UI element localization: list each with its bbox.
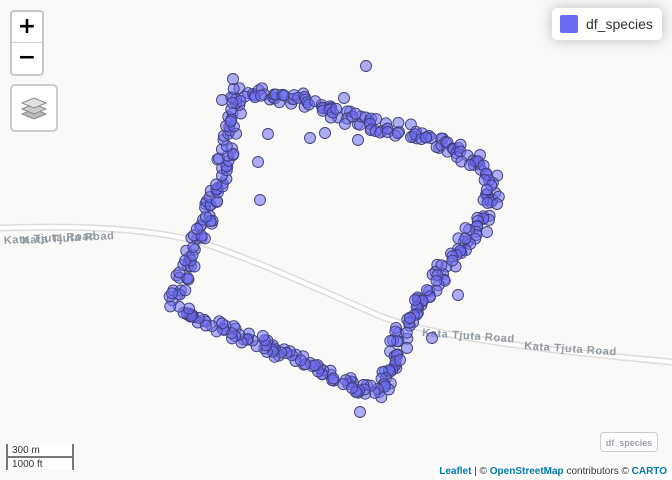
species-point-marker[interactable]: [480, 183, 493, 196]
map-canvas[interactable]: Kata Tjuta Road Kata Tjuta Road Kata Tju…: [0, 0, 672, 480]
zoom-control: + −: [10, 10, 44, 76]
species-point-marker[interactable]: [481, 226, 493, 238]
species-point-marker[interactable]: [338, 92, 350, 104]
zoom-in-button[interactable]: +: [12, 12, 42, 42]
species-point-marker[interactable]: [227, 82, 240, 95]
species-point-marker[interactable]: [179, 284, 192, 297]
species-point-marker[interactable]: [491, 198, 503, 210]
species-point-marker[interactable]: [354, 406, 366, 418]
species-point-marker[interactable]: [360, 60, 372, 72]
species-point-marker[interactable]: [420, 131, 432, 144]
species-point-marker[interactable]: [346, 382, 358, 394]
map-legend: df_species: [552, 8, 662, 40]
species-point-marker[interactable]: [401, 342, 413, 354]
layers-icon: [20, 97, 48, 120]
zoom-out-button[interactable]: −: [12, 42, 42, 74]
species-point-marker[interactable]: [262, 128, 274, 140]
species-point-marker[interactable]: [349, 107, 362, 120]
scale-bar: 300 m 1000 ft: [6, 444, 76, 470]
species-point-marker[interactable]: [392, 116, 405, 129]
species-point-marker[interactable]: [459, 232, 472, 245]
species-point-marker[interactable]: [426, 332, 438, 344]
species-point-marker[interactable]: [452, 289, 464, 301]
leaflet-link[interactable]: Leaflet: [439, 466, 471, 477]
legend-label: df_species: [586, 16, 653, 32]
species-point-marker[interactable]: [430, 274, 443, 287]
carto-link[interactable]: CARTO: [632, 466, 667, 477]
species-point-marker[interactable]: [166, 287, 178, 300]
species-point-marker[interactable]: [459, 222, 472, 235]
species-point-marker[interactable]: [409, 294, 421, 306]
species-point-marker[interactable]: [304, 132, 316, 144]
species-point-marker[interactable]: [252, 156, 264, 168]
species-point-marker[interactable]: [224, 115, 237, 128]
species-point-marker[interactable]: [391, 127, 404, 139]
species-point-marker[interactable]: [216, 94, 228, 106]
species-point-marker[interactable]: [464, 159, 476, 171]
species-point-marker[interactable]: [404, 312, 416, 324]
scale-imperial: 1000 ft: [6, 456, 74, 470]
species-point-marker[interactable]: [327, 372, 340, 385]
legend-swatch: [560, 15, 578, 33]
species-point-marker[interactable]: [400, 326, 413, 339]
layer-group-tag[interactable]: df_species: [600, 432, 658, 452]
layers-control-button[interactable]: [10, 84, 58, 132]
species-point-marker[interactable]: [226, 96, 239, 109]
species-point-marker[interactable]: [446, 254, 459, 267]
species-point-marker[interactable]: [384, 335, 397, 347]
attribution: Leaflet | © OpenStreetMap contributors ©…: [434, 464, 672, 480]
species-point-marker[interactable]: [254, 194, 266, 206]
species-point-marker[interactable]: [256, 329, 269, 342]
species-point-marker[interactable]: [227, 73, 239, 85]
species-point-marker[interactable]: [394, 354, 406, 366]
species-point-marker[interactable]: [352, 134, 364, 146]
species-point-marker[interactable]: [319, 127, 331, 139]
species-points-layer[interactable]: [0, 0, 672, 480]
osm-link[interactable]: OpenStreetMap: [490, 466, 564, 477]
species-point-marker[interactable]: [183, 302, 195, 315]
species-point-marker[interactable]: [421, 284, 433, 297]
species-point-marker[interactable]: [330, 102, 343, 115]
species-point-marker[interactable]: [255, 89, 268, 102]
species-point-marker[interactable]: [164, 300, 177, 313]
